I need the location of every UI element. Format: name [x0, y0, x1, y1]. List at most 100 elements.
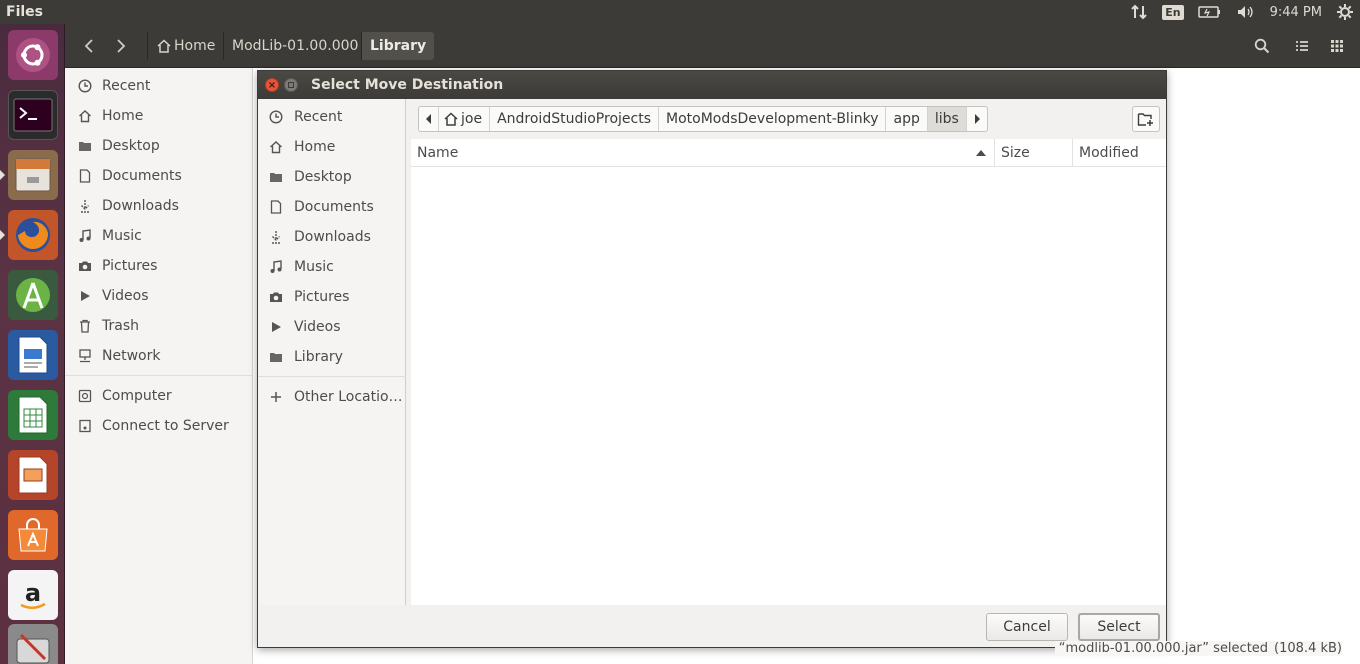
server-icon: [77, 418, 93, 434]
dialog-sidebar-item-home[interactable]: Home: [258, 132, 406, 162]
sidebar-item-computer[interactable]: Computer: [65, 381, 252, 411]
select-button[interactable]: Select: [1078, 613, 1160, 641]
launcher-writer-button[interactable]: [8, 330, 58, 380]
download-icon: [268, 229, 284, 245]
column-header-modified[interactable]: Modified: [1073, 139, 1166, 167]
selection-status-text: “modlib-01.00.000.jar” selected: [1058, 641, 1269, 656]
search-button[interactable]: [1246, 32, 1278, 60]
chevron-left-icon: [84, 39, 93, 53]
launcher-terminal-button[interactable]: [8, 90, 58, 140]
sidebar-item-label: Network: [102, 348, 161, 364]
launcher-system-tools-button[interactable]: [8, 624, 58, 664]
column-header-size[interactable]: Size: [995, 139, 1073, 167]
battery-icon[interactable]: [1197, 5, 1222, 19]
path-segment-app[interactable]: app: [886, 107, 928, 131]
sidebar-item-desktop[interactable]: Desktop: [65, 131, 252, 161]
sidebar-item-label: Music: [294, 259, 334, 275]
triangle-right-icon: [974, 114, 980, 124]
sidebar-item-label: Pictures: [102, 258, 158, 274]
back-button[interactable]: [74, 32, 104, 60]
launcher-android-studio-button[interactable]: [8, 270, 58, 320]
volume-icon[interactable]: [1236, 4, 1256, 20]
plus-icon: [268, 389, 284, 405]
dialog-minimize-button[interactable]: [284, 78, 298, 92]
grid-view-button[interactable]: [1321, 32, 1353, 60]
select-move-destination-dialog: × Select Move Destination Recent Home De…: [257, 70, 1167, 648]
dialog-titlebar[interactable]: × Select Move Destination: [258, 71, 1166, 99]
path-segment-joe[interactable]: joe: [439, 107, 491, 131]
sidebar-separator: [65, 375, 253, 376]
sidebar-item-label: Library: [294, 349, 343, 365]
path-segment-label: joe: [461, 111, 483, 127]
sidebar-item-home[interactable]: Home: [65, 101, 252, 131]
sidebar-item-connect-to-server[interactable]: Connect to Server: [65, 411, 252, 441]
create-folder-button[interactable]: [1132, 106, 1160, 132]
launcher-impress-button[interactable]: [8, 450, 58, 500]
clock-text[interactable]: 9:44 PM: [1270, 5, 1322, 20]
sidebar-item-label: Computer: [102, 388, 172, 404]
app-title: Files: [6, 4, 43, 20]
dialog-sidebar-item-pictures[interactable]: Pictures: [258, 282, 406, 312]
path-segment-motomodsdevelopment-blinky[interactable]: MotoModsDevelopment-Blinky: [659, 107, 887, 131]
cancel-button[interactable]: Cancel: [986, 613, 1068, 641]
file-list[interactable]: Name Size Modified: [411, 139, 1166, 605]
dialog-sidebar-item-downloads[interactable]: Downloads: [258, 222, 406, 252]
chevron-right-icon: [117, 39, 126, 53]
forward-button[interactable]: [106, 32, 136, 60]
launcher-calc-button[interactable]: [8, 390, 58, 440]
sidebar-item-network[interactable]: Network: [65, 341, 252, 371]
sidebar-item-documents[interactable]: Documents: [65, 161, 252, 191]
launcher-files-button[interactable]: [8, 150, 58, 200]
triangle-left-icon: [425, 114, 431, 124]
keyboard-layout-indicator[interactable]: En: [1162, 4, 1184, 20]
breadcrumb-library[interactable]: Library: [361, 32, 435, 60]
sidebar-item-label: Pictures: [294, 289, 350, 305]
sidebar-item-label: Other Locatio…: [294, 389, 403, 405]
sidebar-item-music[interactable]: Music: [65, 221, 252, 251]
breadcrumb-home[interactable]: Home: [147, 32, 223, 60]
breadcrumb-modlib[interactable]: ModLib-01.00.000: [223, 32, 366, 60]
grid-view-icon: [1331, 40, 1343, 52]
dialog-close-button[interactable]: ×: [265, 78, 279, 92]
close-icon: ×: [267, 79, 277, 91]
settings-gear-icon[interactable]: [1336, 3, 1354, 21]
files-sidebar: Recent Home Desktop Documents Downloads …: [65, 68, 253, 664]
sidebar-item-trash[interactable]: Trash: [65, 311, 252, 341]
clock-icon: [268, 109, 284, 125]
running-indicator: [0, 170, 5, 180]
dialog-sidebar-item-recent[interactable]: Recent: [258, 102, 406, 132]
launcher-software-button[interactable]: [8, 510, 58, 560]
trash-icon: [77, 318, 93, 334]
sidebar-item-videos[interactable]: Videos: [65, 281, 252, 311]
dialog-sidebar-item-music[interactable]: Music: [258, 252, 406, 282]
android-studio-icon: [16, 278, 50, 312]
sidebar-item-label: Recent: [102, 78, 151, 94]
dialog-sidebar-item-other-locations[interactable]: Other Locatio…: [258, 382, 406, 412]
music-icon: [77, 228, 93, 244]
path-segment-libs[interactable]: libs: [927, 107, 967, 131]
sidebar-item-label: Videos: [294, 319, 341, 335]
path-segment-androidstudioprojects[interactable]: AndroidStudioProjects: [490, 107, 659, 131]
path-scroll-left-button[interactable]: [419, 107, 439, 131]
amazon-icon: a: [20, 579, 46, 609]
launcher-dash-button[interactable]: [8, 30, 58, 80]
launcher-firefox-button[interactable]: [8, 210, 58, 260]
dialog-sidebar-item-library[interactable]: Library: [258, 342, 406, 372]
column-header-name[interactable]: Name: [411, 139, 995, 167]
dialog-sidebar-item-videos[interactable]: Videos: [258, 312, 406, 342]
path-scroll-right-button[interactable]: [967, 107, 987, 131]
indicator-area: En 9:44 PM: [1130, 0, 1354, 24]
camera-icon: [77, 258, 93, 274]
dialog-sidebar-item-desktop[interactable]: Desktop: [258, 162, 406, 192]
sidebar-item-recent[interactable]: Recent: [65, 71, 252, 101]
launcher-amazon-button[interactable]: a: [8, 570, 58, 620]
sidebar-item-downloads[interactable]: Downloads: [65, 191, 252, 221]
ubuntu-logo-icon: [16, 38, 50, 72]
network-transfer-icon[interactable]: [1130, 4, 1148, 20]
sidebar-separator: [258, 376, 406, 377]
dialog-sidebar-item-documents[interactable]: Documents: [258, 192, 406, 222]
running-indicator: [0, 230, 5, 240]
sidebar-item-pictures[interactable]: Pictures: [65, 251, 252, 281]
document-icon: [268, 199, 284, 215]
list-view-button[interactable]: [1286, 32, 1318, 60]
